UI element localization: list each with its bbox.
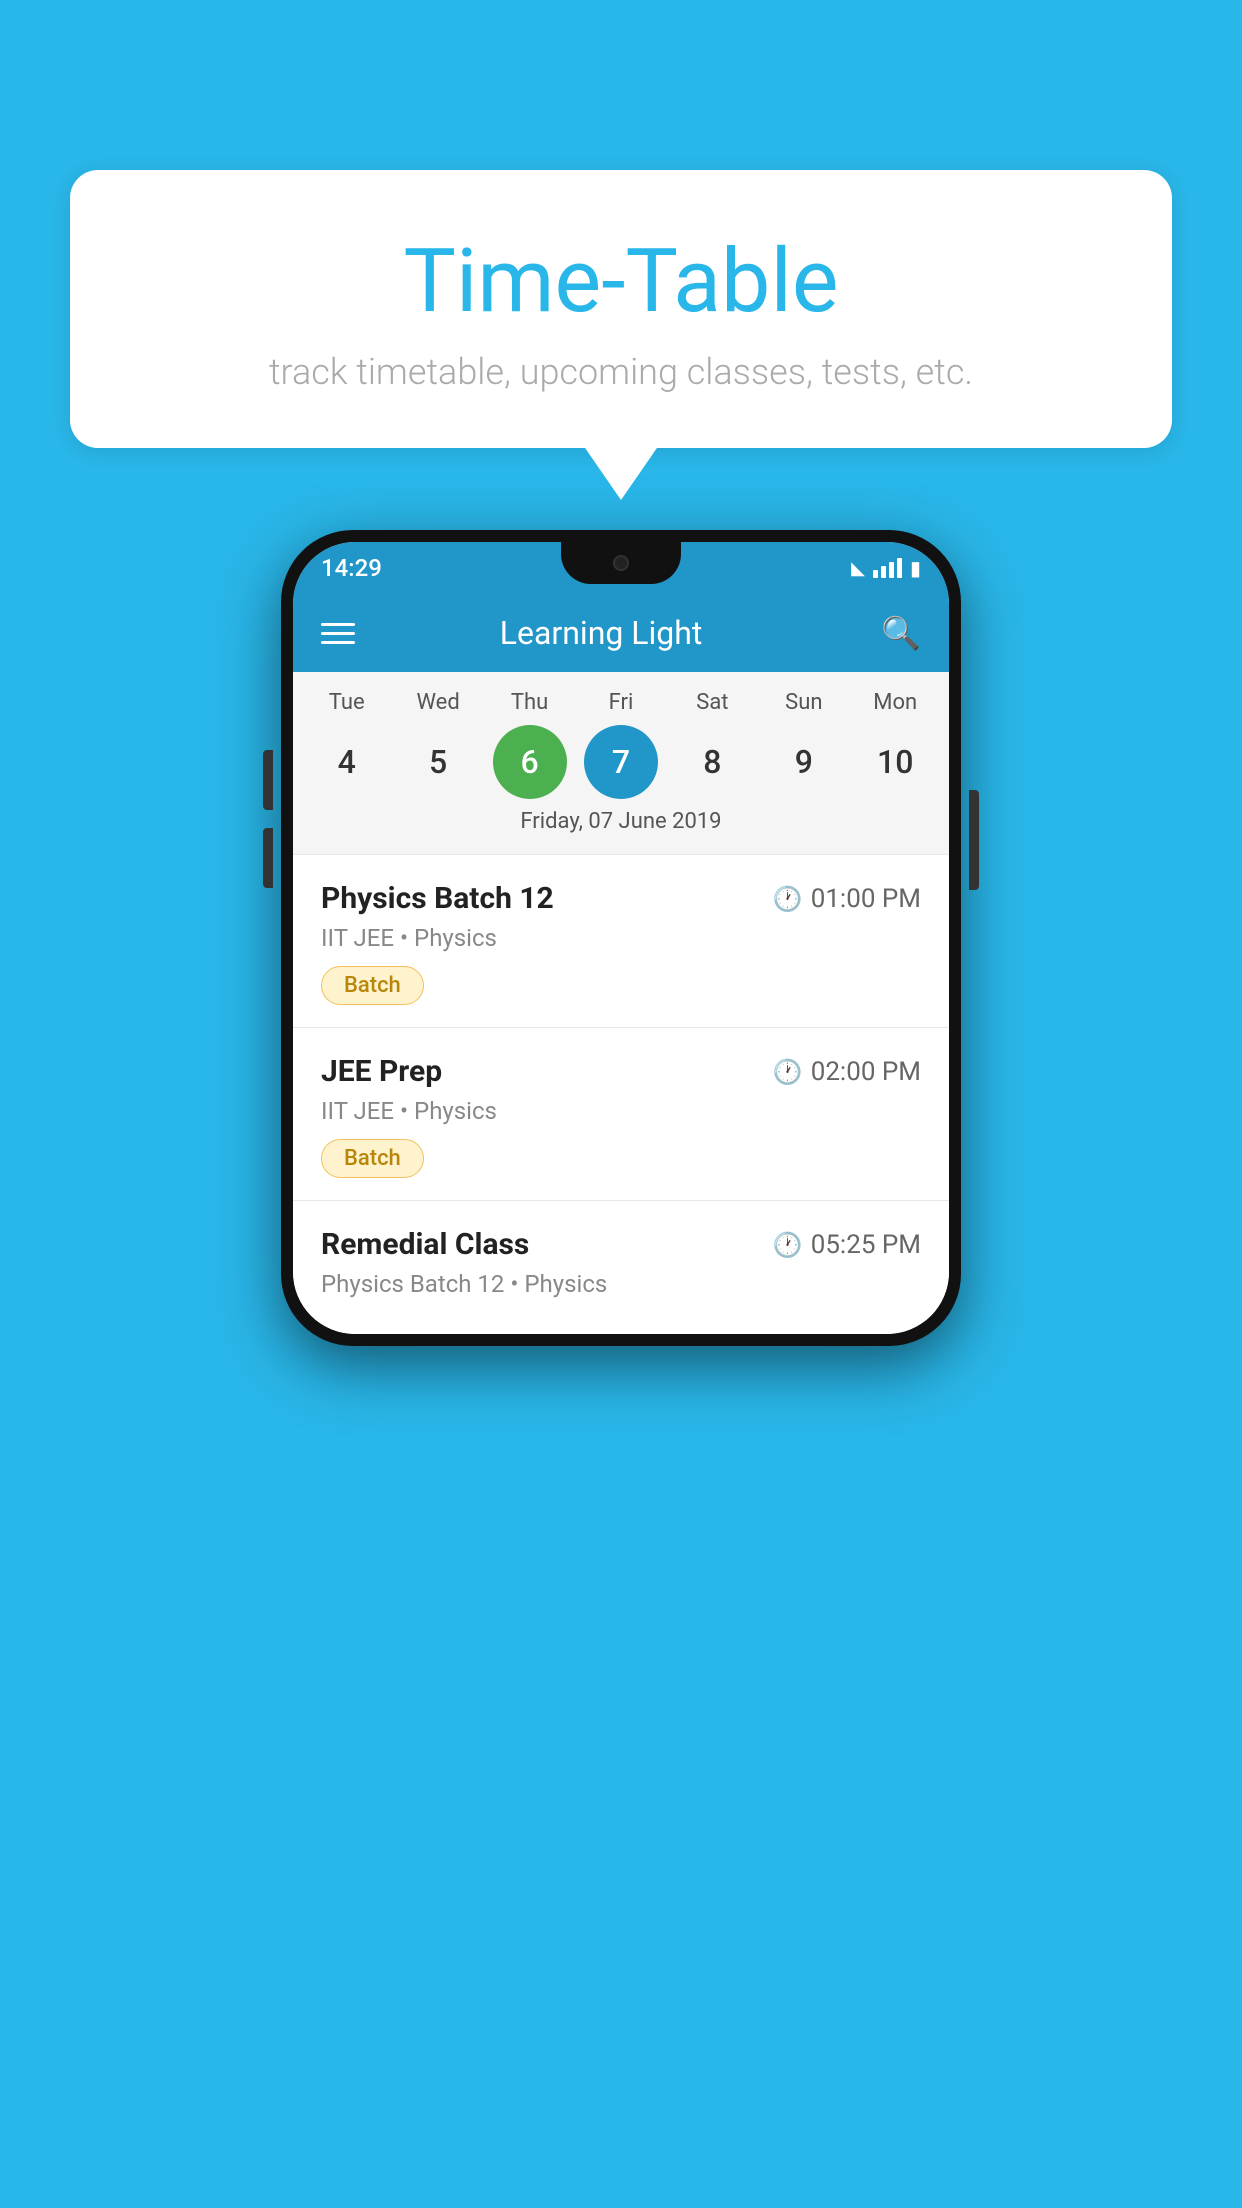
schedule-item-3-header: Remedial Class 🕐 05:25 PM: [321, 1227, 921, 1262]
schedule-list: Physics Batch 12 🕐 01:00 PM IIT JEE • Ph…: [293, 854, 949, 1334]
app-title: Learning Light: [321, 614, 881, 652]
speech-bubble: Time-Table track timetable, upcoming cla…: [70, 170, 1172, 448]
day-6-today[interactable]: 6: [493, 725, 567, 799]
batch-badge-1: Batch: [321, 966, 424, 1005]
day-9[interactable]: 9: [767, 725, 841, 799]
selected-date-label: Friday, 07 June 2019: [293, 799, 949, 848]
day-name-tue: Tue: [310, 690, 384, 715]
battery-icon: ▮: [910, 556, 921, 580]
day-name-thu: Thu: [493, 690, 567, 715]
power-button[interactable]: [969, 790, 979, 890]
day-8[interactable]: 8: [675, 725, 749, 799]
schedule-item-2-title: JEE Prep: [321, 1054, 442, 1089]
schedule-item-3-title: Remedial Class: [321, 1227, 529, 1262]
bubble-title: Time-Table: [110, 230, 1132, 333]
signal-icon: [873, 558, 902, 578]
schedule-item-3-time: 🕐 05:25 PM: [773, 1230, 921, 1260]
schedule-item-1-title: Physics Batch 12: [321, 881, 554, 916]
schedule-item-2-time-text: 02:00 PM: [811, 1057, 921, 1087]
schedule-item-1-header: Physics Batch 12 🕐 01:00 PM: [321, 881, 921, 916]
schedule-item-1-time-text: 01:00 PM: [811, 884, 921, 914]
day-7-selected[interactable]: 7: [584, 725, 658, 799]
batch-badge-2: Batch: [321, 1139, 424, 1178]
wifi-icon: ◣: [851, 558, 865, 579]
schedule-item-2[interactable]: JEE Prep 🕐 02:00 PM IIT JEE • Physics Ba…: [293, 1027, 949, 1200]
status-icons: ◣ ▮: [851, 556, 921, 580]
clock-icon-3: 🕐: [773, 1231, 803, 1259]
day-4[interactable]: 4: [310, 725, 384, 799]
schedule-item-3[interactable]: Remedial Class 🕐 05:25 PM Physics Batch …: [293, 1200, 949, 1334]
vol-down-button[interactable]: [263, 828, 273, 888]
day-5[interactable]: 5: [401, 725, 475, 799]
day-name-mon: Mon: [858, 690, 932, 715]
schedule-item-1-sub: IIT JEE • Physics: [321, 924, 921, 952]
clock-icon-2: 🕐: [773, 1058, 803, 1086]
status-time: 14:29: [321, 554, 382, 582]
phone-wrapper: 14:29 ◣ ▮: [281, 530, 961, 1346]
schedule-item-1[interactable]: Physics Batch 12 🕐 01:00 PM IIT JEE • Ph…: [293, 854, 949, 1027]
status-bar: 14:29 ◣ ▮: [293, 542, 949, 594]
day-10[interactable]: 10: [858, 725, 932, 799]
bubble-subtitle: track timetable, upcoming classes, tests…: [110, 351, 1132, 393]
clock-icon-1: 🕐: [773, 885, 803, 913]
calendar-strip: Tue Wed Thu Fri Sat Sun Mon 4 5 6 7 8 9 …: [293, 672, 949, 854]
schedule-item-2-time: 🕐 02:00 PM: [773, 1057, 921, 1087]
day-name-sat: Sat: [675, 690, 749, 715]
day-numbers-row: 4 5 6 7 8 9 10: [293, 725, 949, 799]
search-button[interactable]: 🔍: [881, 614, 921, 652]
app-header: Learning Light 🔍: [293, 594, 949, 672]
day-name-fri: Fri: [584, 690, 658, 715]
camera: [613, 555, 629, 571]
schedule-item-3-time-text: 05:25 PM: [811, 1230, 921, 1260]
schedule-item-2-sub: IIT JEE • Physics: [321, 1097, 921, 1125]
day-names-row: Tue Wed Thu Fri Sat Sun Mon: [293, 690, 949, 715]
schedule-item-2-header: JEE Prep 🕐 02:00 PM: [321, 1054, 921, 1089]
notch: [561, 542, 681, 584]
day-name-sun: Sun: [767, 690, 841, 715]
phone-frame: 14:29 ◣ ▮: [281, 530, 961, 1346]
vol-up-button[interactable]: [263, 750, 273, 810]
schedule-item-1-time: 🕐 01:00 PM: [773, 884, 921, 914]
schedule-item-3-sub: Physics Batch 12 • Physics: [321, 1270, 921, 1298]
day-name-wed: Wed: [401, 690, 475, 715]
phone-screen: 14:29 ◣ ▮: [293, 542, 949, 1334]
